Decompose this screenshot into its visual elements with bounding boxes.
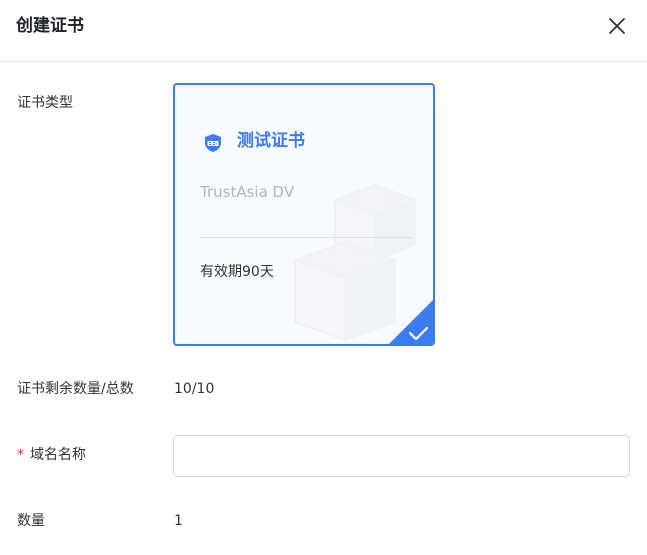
dialog-header: 创建证书 [0, 0, 647, 62]
remaining-count-label: 证书剩余数量/总数 [17, 381, 134, 397]
required-mark: * [17, 447, 24, 463]
quantity-label: 数量 [17, 513, 45, 529]
cert-type-card[interactable]: 测试证书 TrustAsia DV 有效期90天 [173, 83, 435, 346]
dialog-title: 创建证书 [16, 16, 84, 36]
domain-name-label-text: 域名名称 [30, 447, 86, 463]
cert-type-label: 证书类型 [17, 95, 73, 111]
domain-name-label: * 域名名称 [17, 445, 86, 465]
cert-card-name: 测试证书 [237, 131, 305, 151]
close-icon[interactable] [606, 15, 628, 37]
domain-name-input[interactable] [173, 435, 630, 477]
quantity-value: 1 [174, 513, 183, 529]
cert-card-brand: TrustAsia DV [200, 183, 295, 201]
ssl-shield-icon [205, 134, 221, 152]
cert-card-validity: 有效期90天 [200, 264, 274, 280]
selected-check-icon [389, 300, 433, 344]
create-certificate-dialog: 创建证书 证书类型 测试证书 TrustAsia DV 有效期90天 证书剩余数… [0, 0, 647, 555]
cert-card-divider [200, 237, 412, 238]
remaining-count-value: 10/10 [174, 381, 215, 397]
